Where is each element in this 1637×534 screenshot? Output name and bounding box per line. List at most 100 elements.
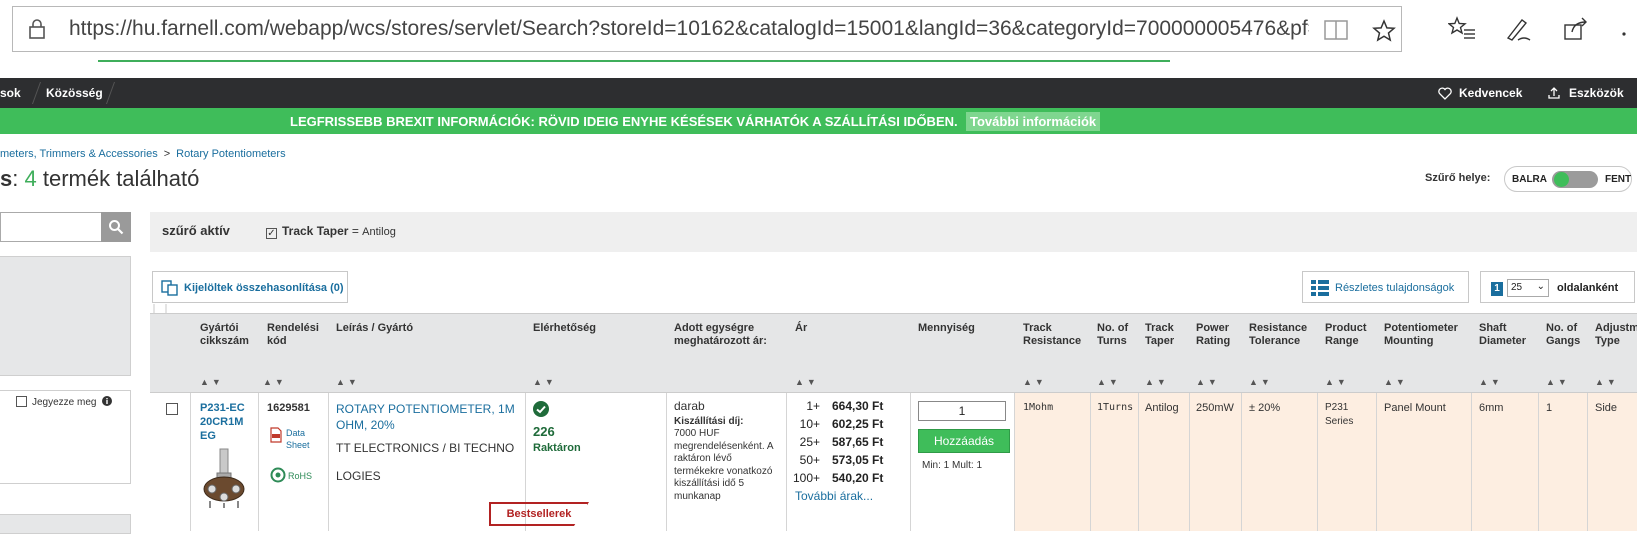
- manufacturer-name: TT ELECTRONICS / BI TECHNO: [336, 441, 515, 455]
- nav-item-tools[interactable]: Eszközök: [1569, 86, 1624, 100]
- toggle-knob[interactable]: [1554, 172, 1569, 187]
- sort-arrows[interactable]: ▲▼: [336, 377, 360, 387]
- price-break-qty: 50+: [799, 453, 820, 467]
- sort-arrows[interactable]: ▲▼: [1595, 377, 1619, 387]
- attr-shaft-diameter: 6mm: [1479, 402, 1504, 414]
- add-to-cart-button[interactable]: Hozzáadás: [918, 429, 1010, 453]
- col-header-shaft-diameter: Shaft Diameter: [1479, 322, 1527, 347]
- remember-checkbox[interactable]: Jegyezze meg: [16, 396, 113, 408]
- sort-arrows[interactable]: ▲▼: [1097, 377, 1121, 387]
- col-header-tolerance: Resistance Tolerance: [1249, 322, 1308, 347]
- sort-arrows[interactable]: ▲▼: [1546, 377, 1570, 387]
- share-icon[interactable]: [1562, 16, 1590, 42]
- row-select-checkbox[interactable]: [166, 403, 178, 415]
- attr-track-taper: Antilog: [1145, 402, 1179, 414]
- sidebar-panel: [0, 514, 131, 534]
- breadcrumb-item[interactable]: Rotary Potentiometers: [176, 148, 285, 160]
- price-break: 10+ 602,25 Ft: [778, 417, 884, 431]
- chevron-down-icon: ⌄: [1536, 281, 1545, 292]
- per-page-control: 1 25 ⌄ oldalanként: [1480, 271, 1635, 303]
- sort-arrows[interactable]: ▲▼: [1145, 377, 1169, 387]
- column-divider: [328, 393, 329, 531]
- sort-arrows[interactable]: ▲▼: [200, 377, 224, 387]
- filter-position-toggle[interactable]: BALRA FENT: [1504, 166, 1632, 192]
- price-break-price: 540,20 Ft: [832, 471, 884, 485]
- filter-checkbox-checked[interactable]: ✓: [266, 228, 277, 239]
- url-text[interactable]: https://hu.farnell.com/webapp/wcs/stores…: [69, 17, 1309, 41]
- breadcrumb-item[interactable]: meters, Trimmers & Accessories: [0, 148, 158, 160]
- heading-suffix: termék található: [36, 166, 200, 191]
- heading-prefix: s: [0, 166, 13, 191]
- price-break-price: 573,05 Ft: [832, 453, 884, 467]
- column-divider: [910, 393, 911, 531]
- page-number[interactable]: 1: [1491, 282, 1503, 296]
- per-page-select[interactable]: 25 ⌄: [1507, 279, 1549, 297]
- product-image[interactable]: [200, 447, 250, 509]
- sort-arrows[interactable]: ▲▼: [533, 377, 557, 387]
- manufacturer-part-number[interactable]: P231-EC 20CR1M EG: [200, 401, 252, 443]
- col-header-mfr: Gyártói cikkszám: [200, 322, 249, 347]
- heading-colon: :: [12, 166, 25, 191]
- filter-value: Antilog: [362, 226, 396, 238]
- remember-label: Jegyezze meg: [32, 397, 97, 408]
- column-divider: [1138, 393, 1139, 531]
- column-divider: [1471, 393, 1472, 531]
- price-break-price: 587,65 Ft: [832, 435, 884, 449]
- banner-more-info-link[interactable]: További információk: [966, 112, 1101, 131]
- detailed-label: Részletes tulajdonságok: [1335, 282, 1455, 294]
- sort-arrows[interactable]: ▲▼: [795, 377, 819, 387]
- product-description-link[interactable]: ROTARY POTENTIOMETER, 1M OHM, 20%: [336, 401, 516, 433]
- table-row: P231-EC 20CR1M EG 1629581 Data Sheet RoH…: [150, 392, 1637, 531]
- nav-item-favorites[interactable]: Kedvencek: [1459, 86, 1522, 100]
- filter-eq: =: [348, 224, 363, 238]
- sort-arrows[interactable]: ▲▼: [1479, 377, 1503, 387]
- sidebar-search-input[interactable]: [0, 212, 102, 242]
- reading-view-icon[interactable]: [1323, 19, 1349, 41]
- price-break: 50+ 573,05 Ft: [778, 453, 884, 467]
- col-header-order-code: Rendelési kód: [267, 322, 319, 347]
- order-code[interactable]: 1629581: [267, 401, 310, 415]
- sort-arrows[interactable]: ▲▼: [1325, 377, 1349, 387]
- col-header-power-rating: Power Rating: [1196, 322, 1231, 347]
- attr-mounting: Panel Mount: [1384, 402, 1446, 414]
- search-icon: [109, 220, 124, 235]
- favorite-star-icon[interactable]: [1371, 19, 1397, 43]
- col-header-availability: Elérhetőség: [533, 322, 596, 334]
- delivery-fee-text: 7000 HUF megrendelésenként. A raktáron l…: [674, 428, 773, 502]
- detailed-properties-button[interactable]: Részletes tulajdonságok: [1302, 271, 1469, 303]
- sort-arrows[interactable]: ▲▼: [263, 377, 287, 387]
- breadcrumb: meters, Trimmers & Accessories > Rotary Po…: [0, 148, 286, 160]
- attr-track-resistance: 1Mohm: [1023, 402, 1054, 413]
- more-icon[interactable]: [1618, 16, 1637, 42]
- col-header-adjust-type: Adjustm Type: [1595, 322, 1637, 347]
- sort-arrows[interactable]: ▲▼: [1249, 377, 1273, 387]
- compare-selected-button[interactable]: Kijelöltek összehasonlítása (0): [152, 271, 348, 303]
- column-divider: [1587, 393, 1588, 531]
- sidebar-search-button[interactable]: [101, 212, 131, 242]
- sort-arrows[interactable]: ▲▼: [1196, 377, 1220, 387]
- price-break-price: 602,25 Ft: [832, 417, 884, 431]
- info-icon[interactable]: [102, 396, 113, 406]
- column-divider: [1317, 393, 1318, 531]
- filter-position-label: Szűrő helye:: [1425, 172, 1491, 184]
- column-divider: [1014, 393, 1015, 531]
- bestseller-badge: Bestsellerek: [489, 502, 589, 526]
- rohs-icon: [270, 467, 286, 483]
- nav-item-partial[interactable]: sok: [0, 86, 21, 100]
- favorites-list-icon[interactable]: [1448, 16, 1476, 42]
- sort-arrows[interactable]: ▲▼: [1023, 377, 1047, 387]
- active-filter-chip[interactable]: ✓ Track Taper = Antilog: [266, 224, 396, 239]
- checkbox[interactable]: [16, 396, 27, 407]
- sort-arrows[interactable]: ▲▼: [1384, 377, 1408, 387]
- address-bar[interactable]: https://hu.farnell.com/webapp/wcs/stores…: [12, 6, 1402, 52]
- quantity-input[interactable]: 1: [918, 401, 1006, 421]
- pen-icon[interactable]: [1504, 16, 1532, 42]
- attr-tolerance: ± 20%: [1249, 402, 1281, 414]
- results-table-header: Gyártói cikkszám Rendelési kód Leírás / …: [150, 313, 1637, 392]
- column-divider: [1538, 393, 1539, 531]
- datasheet-link[interactable]: Data Sheet: [286, 427, 322, 451]
- nav-item-community[interactable]: Közösség: [46, 86, 103, 100]
- more-prices-link[interactable]: További árak...: [795, 489, 873, 503]
- nav-separator: [105, 82, 116, 104]
- per-page-label: oldalanként: [1557, 282, 1619, 294]
